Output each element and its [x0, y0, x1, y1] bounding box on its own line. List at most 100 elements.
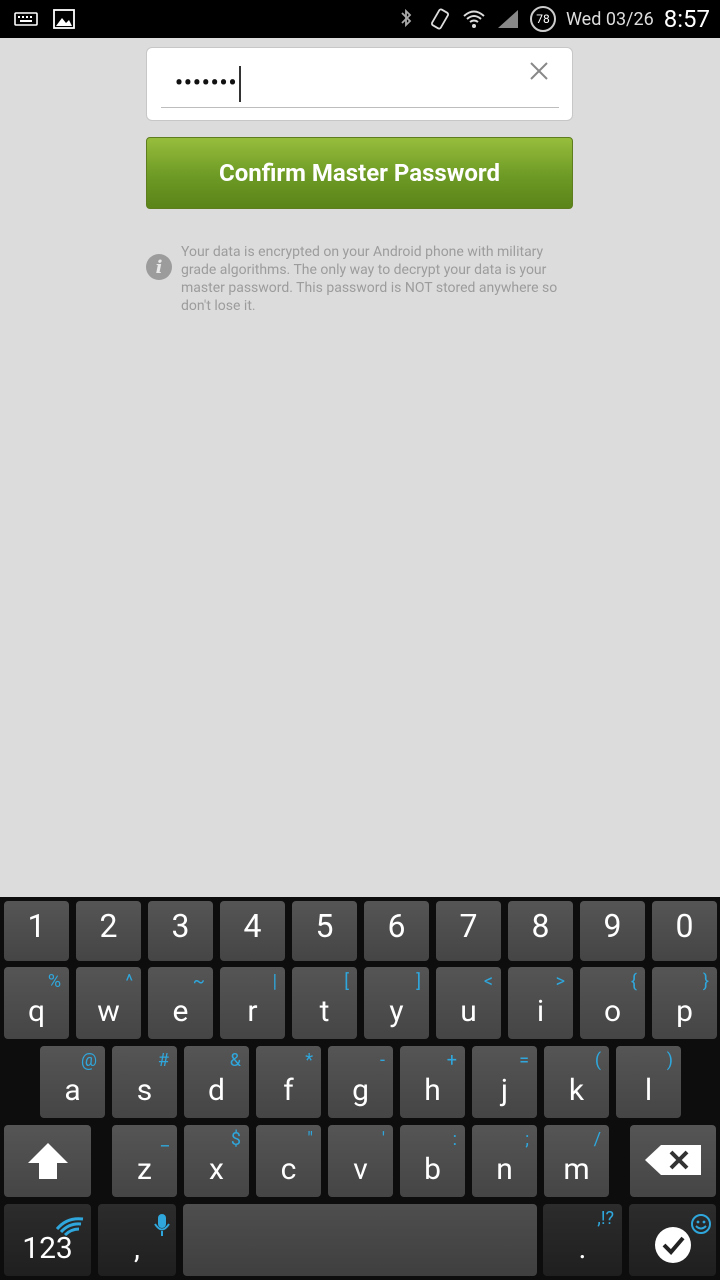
key-e[interactable]: e ~	[148, 967, 213, 1039]
key-6[interactable]: 6	[364, 901, 429, 961]
shift-key[interactable]	[4, 1125, 91, 1197]
key-w[interactable]: w ^	[76, 967, 141, 1039]
key-label: c	[280, 1152, 297, 1187]
microphone-icon	[154, 1210, 170, 1245]
key-alt-label: +	[446, 1050, 457, 1071]
key-label: p	[676, 994, 693, 1029]
period-key[interactable]: .,!?	[543, 1204, 622, 1276]
key-i[interactable]: i >	[508, 967, 573, 1039]
key-s[interactable]: s #	[112, 1046, 177, 1118]
key-alt-label: /	[593, 1129, 601, 1150]
key-9[interactable]: 9	[580, 901, 645, 961]
key-alt-label: )	[666, 1050, 673, 1071]
key-j[interactable]: j =	[472, 1046, 537, 1118]
space-key[interactable]	[183, 1204, 537, 1276]
backspace-key[interactable]	[630, 1125, 716, 1197]
key-alt-label: ~	[192, 971, 205, 992]
status-time: 8:57	[663, 5, 710, 33]
key-label: 6	[387, 907, 406, 945]
key-n[interactable]: n;	[472, 1125, 537, 1197]
key-u[interactable]: u <	[436, 967, 501, 1039]
key-label: 8	[531, 907, 550, 945]
key-x[interactable]: x $	[184, 1125, 249, 1197]
key-1[interactable]: 1	[4, 901, 69, 961]
key-3[interactable]: 3	[148, 901, 213, 961]
key-v[interactable]: v '	[328, 1125, 393, 1197]
key-alt-label: ,!?	[597, 1208, 614, 1229]
checkmark-icon	[654, 1227, 691, 1263]
key-l[interactable]: l)	[616, 1046, 681, 1118]
password-field[interactable]: •••••••	[161, 60, 559, 108]
key-4[interactable]: 4	[220, 901, 285, 961]
soft-keyboard: 1 2 3 4 5 6 7 8 9 0 q% w ^ e ~ r | t[y] u < i > o{p} a @ s # d & f * g -…	[0, 897, 720, 1280]
key-label: o	[603, 994, 622, 1029]
key-alt-label: _	[160, 1129, 169, 1150]
key-r[interactable]: r |	[220, 967, 285, 1039]
key-2[interactable]: 2	[76, 901, 141, 961]
key-8[interactable]: 8	[508, 901, 573, 961]
swiftkey-logo-icon	[55, 1210, 85, 1245]
key-alt-label: ;	[525, 1129, 529, 1150]
key-alt-label: <	[483, 971, 493, 992]
key-f[interactable]: f *	[256, 1046, 321, 1118]
key-label: n	[496, 1152, 513, 1187]
bluetooth-icon	[401, 8, 412, 28]
image-notification-icon	[53, 9, 75, 29]
key-alt-label: =	[519, 1050, 529, 1071]
password-card: •••••••	[146, 47, 573, 121]
key-d[interactable]: d &	[184, 1046, 249, 1118]
key-alt-label: |	[272, 971, 277, 992]
key-label: u	[460, 994, 477, 1029]
key-label: 7	[459, 907, 478, 945]
rotation-icon	[430, 8, 449, 30]
key-z[interactable]: z _	[112, 1125, 177, 1197]
key-label: d	[208, 1073, 225, 1108]
key-g[interactable]: g-	[328, 1046, 393, 1118]
key-c[interactable]: c "	[256, 1125, 321, 1197]
key-alt-label: &	[229, 1050, 241, 1071]
battery-level: 78	[536, 12, 550, 26]
key-q[interactable]: q%	[4, 967, 69, 1039]
key-t[interactable]: t[	[292, 967, 357, 1039]
key-b[interactable]: b:	[400, 1125, 465, 1197]
key-p[interactable]: p}	[652, 967, 717, 1039]
key-7[interactable]: 7	[436, 901, 501, 961]
key-k[interactable]: k(	[544, 1046, 609, 1118]
status-date: Wed 03/26	[565, 8, 654, 30]
key-label: 0	[675, 907, 694, 945]
key-y[interactable]: y]	[364, 967, 429, 1039]
text-cursor	[239, 65, 242, 102]
key-label: 3	[171, 907, 190, 945]
key-5[interactable]: 5	[292, 901, 357, 961]
key-0[interactable]: 0	[652, 901, 717, 961]
key-label: ,	[134, 1231, 140, 1266]
key-alt-label: ]	[416, 971, 421, 992]
key-a[interactable]: a @	[40, 1046, 105, 1118]
key-label: t	[319, 994, 330, 1029]
key-label: i	[536, 994, 545, 1029]
key-label: z	[137, 1152, 152, 1187]
confirm-master-password-button[interactable]: Confirm Master Password	[146, 137, 573, 209]
comma-key[interactable]: ,	[98, 1204, 176, 1276]
key-label: 4	[243, 907, 262, 945]
key-label: f	[283, 1073, 294, 1108]
enter-key[interactable]	[629, 1204, 716, 1276]
key-m[interactable]: m /	[544, 1125, 609, 1197]
key-alt-label: ^	[125, 971, 133, 992]
key-label: j	[500, 1073, 509, 1108]
clear-icon[interactable]	[526, 58, 552, 84]
key-alt-label: *	[305, 1050, 313, 1071]
key-alt-label: :	[452, 1129, 457, 1150]
key-o[interactable]: o{	[580, 967, 645, 1039]
signal-icon	[497, 10, 518, 28]
key-h[interactable]: h +	[400, 1046, 465, 1118]
emoji-icon	[690, 1208, 712, 1243]
info-icon: i	[146, 254, 172, 280]
numbers-mode-key[interactable]: 123	[4, 1204, 91, 1276]
key-label: .	[578, 1231, 587, 1266]
key-label: w	[97, 994, 120, 1029]
key-alt-label: [	[344, 971, 349, 992]
key-label: 9	[603, 907, 622, 945]
info-text: Your data is encrypted on your Android p…	[181, 244, 558, 314]
shift-icon	[27, 1143, 68, 1179]
